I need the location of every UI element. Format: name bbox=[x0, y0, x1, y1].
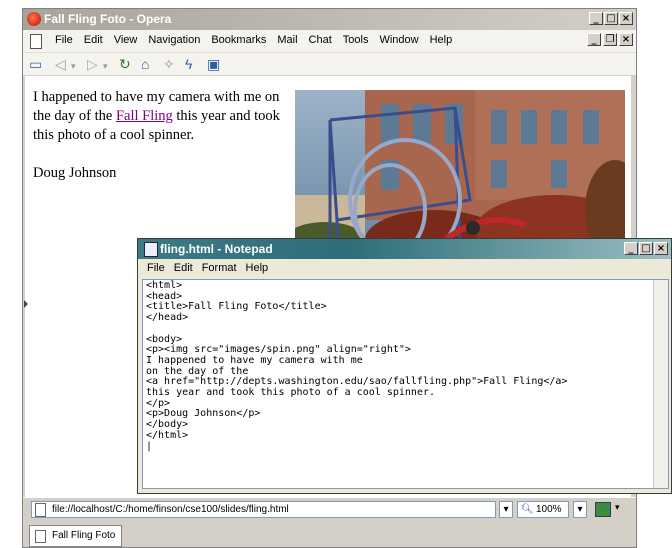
monitor-icon[interactable]: ▣ bbox=[207, 56, 220, 72]
notepad-text-area[interactable]: <html> <head> <title>Fall Fling Foto</ti… bbox=[142, 279, 669, 489]
wand-icon[interactable]: ✧ bbox=[163, 56, 175, 72]
opera-title-bar[interactable]: Fall Fling Foto - Opera _ □ × bbox=[23, 9, 636, 30]
maximize-button[interactable]: □ bbox=[604, 12, 618, 25]
notepad-title: fling.html - Notepad bbox=[160, 242, 273, 256]
document-icon[interactable] bbox=[30, 34, 42, 49]
notepad-title-bar[interactable]: fling.html - Notepad _ □ × bbox=[138, 239, 671, 259]
forward-icon[interactable]: ▷ bbox=[87, 56, 98, 72]
window-title: Fall Fling Foto - Opera bbox=[44, 12, 172, 26]
notepad-close-button[interactable]: × bbox=[654, 242, 668, 255]
menu-bookmarks[interactable]: Bookmarks bbox=[211, 34, 266, 46]
notepad-window: fling.html - Notepad _ □ × File Edit For… bbox=[137, 238, 672, 494]
fall-fling-link[interactable]: Fall Fling bbox=[116, 108, 173, 124]
notepad-scrollbar[interactable] bbox=[653, 280, 668, 488]
address-field[interactable]: file://localhost/C:/home/finson/cse100/s… bbox=[31, 501, 496, 518]
opera-logo-icon bbox=[27, 12, 41, 26]
zoom-dropdown-icon[interactable]: ▾ bbox=[573, 501, 587, 518]
lightning-icon[interactable]: ϟ bbox=[185, 56, 192, 72]
notepad-minimize-button[interactable]: _ bbox=[624, 242, 638, 255]
notepad-menu-edit[interactable]: Edit bbox=[174, 262, 193, 274]
menu-help[interactable]: Help bbox=[430, 34, 453, 46]
zoom-value: 100% bbox=[536, 504, 562, 515]
magnifier-icon: 🔍︎ bbox=[521, 504, 534, 515]
notepad-menu-help[interactable]: Help bbox=[246, 262, 269, 274]
back-dropdown-icon[interactable]: ▾ bbox=[71, 58, 76, 74]
notepad-menu-file[interactable]: File bbox=[147, 262, 165, 274]
doc-close-button[interactable]: × bbox=[619, 33, 633, 46]
image-icon[interactable] bbox=[595, 502, 611, 517]
menu-file[interactable]: File bbox=[55, 34, 73, 46]
page-paragraph: I happened to have my camera with me on … bbox=[33, 88, 283, 183]
notepad-maximize-button[interactable]: □ bbox=[639, 242, 653, 255]
menu-bar: File Edit View Navigation Bookmarks Mail… bbox=[23, 30, 636, 52]
status-bar: file://localhost/C:/home/finson/cse100/s… bbox=[23, 497, 636, 522]
open-folder-icon[interactable]: ▭ bbox=[29, 56, 42, 72]
notepad-menu-bar: File Edit Format Help bbox=[138, 259, 671, 278]
tab-label: Fall Fling Foto bbox=[52, 530, 116, 541]
minimize-button[interactable]: _ bbox=[589, 12, 603, 25]
doc-restore-button[interactable]: ❐ bbox=[603, 33, 617, 46]
back-icon[interactable]: ◁ bbox=[55, 56, 66, 72]
menu-window[interactable]: Window bbox=[379, 34, 418, 46]
signature: Doug Johnson bbox=[33, 165, 117, 181]
zoom-control[interactable]: 🔍︎ 100% bbox=[517, 501, 569, 518]
panel-toggle-icon[interactable] bbox=[24, 300, 28, 308]
spinner-photo bbox=[295, 90, 625, 250]
menu-chat[interactable]: Chat bbox=[309, 34, 332, 46]
home-icon[interactable]: ⌂ bbox=[141, 56, 149, 72]
image-dropdown-icon[interactable]: ▾ bbox=[615, 502, 620, 513]
menu-tools[interactable]: Tools bbox=[343, 34, 369, 46]
menu-view[interactable]: View bbox=[114, 34, 138, 46]
page-icon bbox=[35, 503, 46, 517]
forward-dropdown-icon[interactable]: ▾ bbox=[103, 58, 108, 74]
menu-edit[interactable]: Edit bbox=[84, 34, 103, 46]
menu-navigation[interactable]: Navigation bbox=[148, 34, 200, 46]
tab-fall-fling-foto[interactable]: Fall Fling Foto bbox=[29, 525, 123, 547]
notepad-content[interactable]: <html> <head> <title>Fall Fling Foto</ti… bbox=[146, 280, 567, 452]
menu-mail[interactable]: Mail bbox=[277, 34, 297, 46]
notepad-menu-format[interactable]: Format bbox=[202, 262, 237, 274]
toolbar: ▭ ◁ ▾ ▷ ▾ ↻ ⌂ ✧ ϟ ▣ bbox=[23, 52, 636, 75]
reload-icon[interactable]: ↻ bbox=[119, 56, 131, 72]
close-button[interactable]: × bbox=[619, 12, 633, 25]
address-text: file://localhost/C:/home/finson/cse100/s… bbox=[52, 504, 289, 515]
notepad-icon bbox=[144, 242, 158, 257]
address-dropdown-icon[interactable]: ▾ bbox=[499, 501, 513, 518]
doc-minimize-button[interactable]: _ bbox=[587, 33, 601, 46]
tab-page-icon bbox=[35, 530, 46, 543]
tab-bar: Fall Fling Foto bbox=[23, 521, 636, 547]
